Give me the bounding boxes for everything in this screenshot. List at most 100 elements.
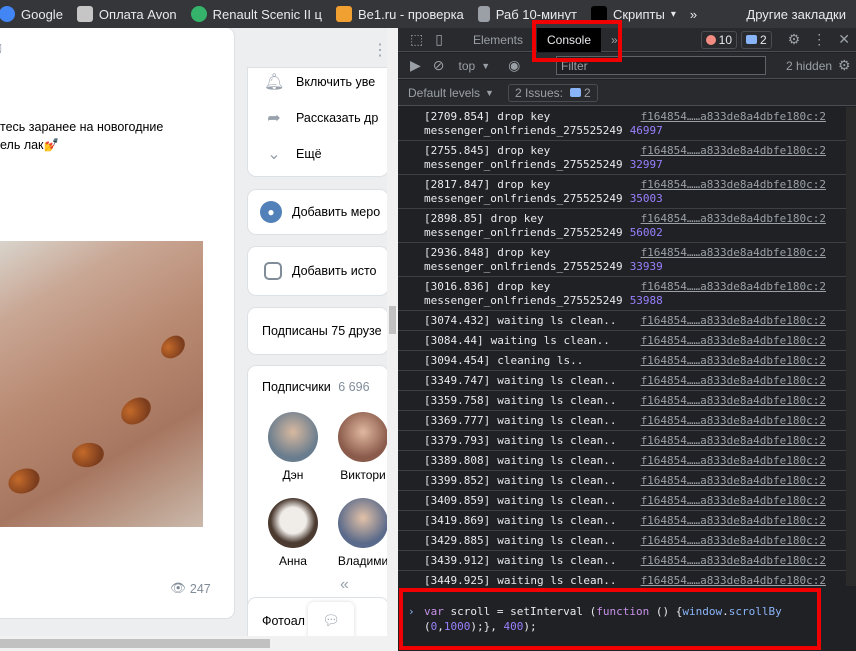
log-text: waiting ls clean.. (497, 494, 617, 507)
subscribers-title: Подписчики (262, 380, 331, 394)
context-selector[interactable]: top ▼ (459, 59, 491, 73)
log-text: waiting ls clean.. (497, 434, 617, 447)
log-source-link[interactable]: f164854……a833de8a4dbfe180c:2 (641, 454, 826, 468)
log-source-link[interactable]: f164854……a833de8a4dbfe180c:2 (641, 246, 826, 260)
console-scrollbar[interactable] (846, 107, 856, 586)
subscriber[interactable]: Анна (258, 498, 328, 568)
eye-icon[interactable]: ◉ (502, 57, 526, 74)
more-vertical-icon[interactable]: ⋮ (372, 40, 388, 60)
add-story-card[interactable]: Добавить исто (248, 247, 388, 295)
menu-item-notifications[interactable]: 🔔︎ Включить уве (264, 72, 375, 92)
log-source-link[interactable]: f164854……a833de8a4dbfe180c:2 (641, 374, 826, 388)
share-icon: ➦ (267, 110, 281, 127)
gear-icon[interactable]: ⚙ (838, 57, 851, 74)
log-source-link[interactable]: f164854……a833de8a4dbfe180c:2 (641, 178, 826, 192)
log-source-link[interactable]: f164854……a833de8a4dbfe180c:2 (641, 144, 826, 158)
bookmark-renault[interactable]: Renault Scenic II ц (184, 0, 329, 28)
log-source-link[interactable]: f164854……a833de8a4dbfe180c:2 (641, 394, 826, 408)
log-source-link[interactable]: f164854……a833de8a4dbfe180c:2 (641, 574, 826, 586)
log-source-link[interactable]: f164854……a833de8a4dbfe180c:2 (641, 534, 826, 548)
log-source-link[interactable]: f164854……a833de8a4dbfe180c:2 (641, 314, 826, 328)
log-text: cleaning ls.. (497, 354, 584, 367)
console-message: [2709.854] drop key messenger_onlfriends_2… (398, 107, 846, 141)
log-timestamp: [2936.848] (424, 246, 491, 259)
bookmark-label: Другие закладки (746, 6, 846, 22)
page-scrollbar-thumb[interactable] (389, 306, 396, 334)
avatar (268, 498, 318, 548)
post-photo[interactable] (0, 241, 203, 527)
log-timestamp: [3369.777] (424, 414, 491, 427)
log-source-link[interactable]: f164854……a833de8a4dbfe180c:2 (641, 494, 826, 508)
bookmark-be1[interactable]: Be1.ru - проверка (329, 0, 471, 28)
log-source-link[interactable]: f164854……a833de8a4dbfe180c:2 (641, 474, 826, 488)
bookmark-google[interactable]: Google (0, 0, 70, 28)
log-source-link[interactable]: f164854……a833de8a4dbfe180c:2 (641, 212, 826, 226)
console-message: [3084.44] waiting ls clean.. f164854……a833… (398, 331, 846, 351)
more-vertical-icon[interactable]: ⋮ (806, 31, 832, 48)
subscriber[interactable]: Дэн (258, 412, 328, 482)
gear-icon[interactable]: ⚙ (782, 31, 807, 48)
views-count: 247 (189, 581, 211, 596)
log-source-link[interactable]: f164854……a833de8a4dbfe180c:2 (641, 110, 826, 124)
log-number: 56002 (629, 226, 663, 239)
chat-bubble-icon: 💬︎ (322, 611, 340, 628)
chat-button[interactable]: 💬︎ (308, 602, 354, 638)
log-source-link[interactable]: f164854……a833de8a4dbfe180c:2 (641, 414, 826, 428)
bookmark-avon[interactable]: Оплата Avon (70, 0, 184, 28)
log-timestamp: [3379.793] (424, 434, 491, 447)
avatar (338, 412, 388, 462)
console-toolbar: ▶ ⊘ top ▼ ◉ 2 hidden ⚙ (398, 53, 856, 79)
log-source-link[interactable]: f164854……a833de8a4dbfe180c:2 (641, 554, 826, 568)
console-message: [3074.432] waiting ls clean.. f164854……a83… (398, 311, 846, 331)
log-text: waiting ls clean.. (497, 474, 617, 487)
log-source-link[interactable]: f164854……a833de8a4dbfe180c:2 (641, 514, 826, 528)
clear-console-icon[interactable]: ⊘ (427, 57, 451, 74)
eye-icon: 👁 (170, 581, 186, 595)
default-levels-dropdown[interactable]: Default levels ▼ (408, 86, 494, 100)
bookmark-label: Be1.ru - проверка (358, 6, 464, 22)
close-icon[interactable]: ✕ (832, 31, 856, 48)
menu-item-label: Рассказать др (296, 111, 379, 125)
device-toolbar-icon[interactable]: ▯ (429, 31, 449, 48)
chevron-down-icon: ▼ (481, 60, 491, 71)
errors-counter[interactable]: 10 (700, 30, 738, 49)
log-timestamp: [2755.845] (424, 144, 491, 157)
bookmark-label: Оплата Avon (98, 6, 177, 22)
sidebar-toggle-icon[interactable]: ▶ (404, 57, 427, 74)
log-source-link[interactable]: f164854……a833de8a4dbfe180c:2 (641, 354, 826, 368)
music-note-icon: ♫ (0, 38, 4, 59)
console-message-line: messenger_onlfriends_275525249 56002 (424, 226, 846, 240)
bookmarks-more-button[interactable]: » (683, 0, 704, 28)
subscriber-name: Владими (337, 554, 389, 568)
log-source-link[interactable]: f164854……a833de8a4dbfe180c:2 (641, 334, 826, 348)
console-message-line: messenger_onlfriends_275525249 35003 (424, 192, 846, 206)
log-source-link[interactable]: f164854……a833de8a4dbfe180c:2 (641, 434, 826, 448)
bookmarks-more-label: » (689, 6, 698, 22)
log-text: waiting ls clean.. (497, 554, 617, 567)
log-text: waiting ls clean.. (497, 454, 617, 467)
console-message: [3359.758] waiting ls clean.. f164854……a83… (398, 391, 846, 411)
subscribers-header[interactable]: Подписчики 6 696 (262, 380, 370, 394)
log-timestamp: [3094.454] (424, 354, 491, 367)
devtools-tabbar: ⬚ ▯ Elements Console » 10 2 ⚙ ⋮ ✕ (398, 28, 856, 52)
chevrons-left-icon[interactable]: « (340, 576, 349, 594)
log-text: waiting ls clean.. (497, 374, 617, 387)
add-event-label: Добавить меро (292, 205, 381, 219)
log-source-link[interactable]: f164854……a833de8a4dbfe180c:2 (641, 280, 826, 294)
bookmark-other-folder[interactable]: Другие закладки (739, 0, 856, 28)
tab-elements[interactable]: Elements (463, 28, 533, 52)
log-number: 46997 (629, 124, 663, 137)
page-horizontal-thumb[interactable] (0, 639, 270, 648)
subscriber-name: Виктори (340, 468, 386, 482)
issues-counter[interactable]: 2 (741, 30, 772, 49)
log-timestamp: [2898.85] (424, 212, 484, 225)
bell-icon: 🔔︎ (264, 74, 285, 91)
post-text-line: ель лак💅 (0, 138, 60, 152)
issues-button[interactable]: 2 Issues: 2 (507, 83, 598, 102)
inspect-element-icon[interactable]: ⬚ (404, 31, 429, 48)
add-event-card[interactable]: ● Добавить меро (248, 190, 388, 234)
add-event-row: ● Добавить меро (260, 190, 380, 234)
friends-subscribed-card[interactable]: Подписаны 75 друзе (248, 308, 388, 354)
menu-item-share[interactable]: ➦ Рассказать др (264, 108, 378, 128)
menu-item-more[interactable]: ⌄ Ещё (264, 144, 321, 164)
